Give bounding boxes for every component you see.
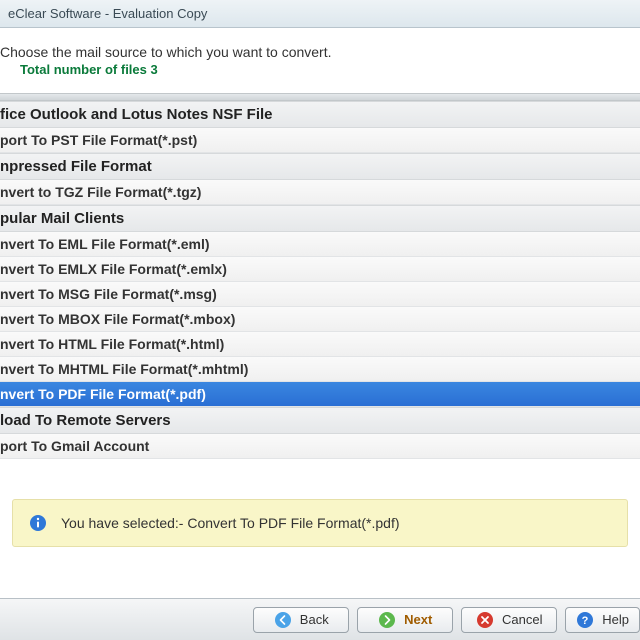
list-item[interactable]: nvert To EMLX File Format(*.emlx) xyxy=(0,257,640,282)
next-label: Next xyxy=(404,612,432,627)
help-label: Help xyxy=(602,612,629,627)
window-title: eClear Software - Evaluation Copy xyxy=(8,6,207,21)
info-icon xyxy=(29,514,47,532)
list-item[interactable]: port To Gmail Account xyxy=(0,434,640,459)
next-icon xyxy=(378,611,396,629)
list-group-header: fice Outlook and Lotus Notes NSF File xyxy=(0,101,640,128)
list-item[interactable]: nvert To PDF File Format(*.pdf) xyxy=(0,382,640,407)
svg-text:?: ? xyxy=(582,615,589,627)
list-item[interactable]: nvert To EML File Format(*.eml) xyxy=(0,232,640,257)
next-button[interactable]: Next xyxy=(357,607,453,633)
help-icon: ? xyxy=(576,611,594,629)
list-item[interactable]: nvert To MHTML File Format(*.mhtml) xyxy=(0,357,640,382)
instruction-text: Choose the mail source to which you want… xyxy=(0,44,640,60)
window-titlebar: eClear Software - Evaluation Copy xyxy=(0,0,640,28)
selection-info-text: You have selected:- Convert To PDF File … xyxy=(61,515,400,531)
page-header: Choose the mail source to which you want… xyxy=(0,28,640,91)
list-item[interactable]: nvert To HTML File Format(*.html) xyxy=(0,332,640,357)
info-prefix: You have selected:- xyxy=(61,515,187,531)
list-item[interactable]: nvert To MBOX File Format(*.mbox) xyxy=(0,307,640,332)
list-item[interactable]: nvert To MSG File Format(*.msg) xyxy=(0,282,640,307)
back-icon xyxy=(274,611,292,629)
back-label: Back xyxy=(300,612,329,627)
list-item[interactable]: nvert to TGZ File Format(*.tgz) xyxy=(0,180,640,205)
format-list: fice Outlook and Lotus Notes NSF Filepor… xyxy=(0,101,640,459)
list-item[interactable]: port To PST File Format(*.pst) xyxy=(0,128,640,153)
total-files-count: Total number of files 3 xyxy=(0,62,640,77)
selection-info-banner: You have selected:- Convert To PDF File … xyxy=(12,499,628,547)
list-group-header: load To Remote Servers xyxy=(0,407,640,434)
header-divider xyxy=(0,93,640,101)
cancel-icon xyxy=(476,611,494,629)
cancel-button[interactable]: Cancel xyxy=(461,607,557,633)
back-button[interactable]: Back xyxy=(253,607,349,633)
wizard-button-bar: Back Next Cancel ? Help xyxy=(0,598,640,640)
list-group-header: npressed File Format xyxy=(0,153,640,180)
cancel-label: Cancel xyxy=(502,612,542,627)
help-button[interactable]: ? Help xyxy=(565,607,640,633)
info-value: Convert To PDF File Format(*.pdf) xyxy=(187,515,399,531)
list-group-header: pular Mail Clients xyxy=(0,205,640,232)
